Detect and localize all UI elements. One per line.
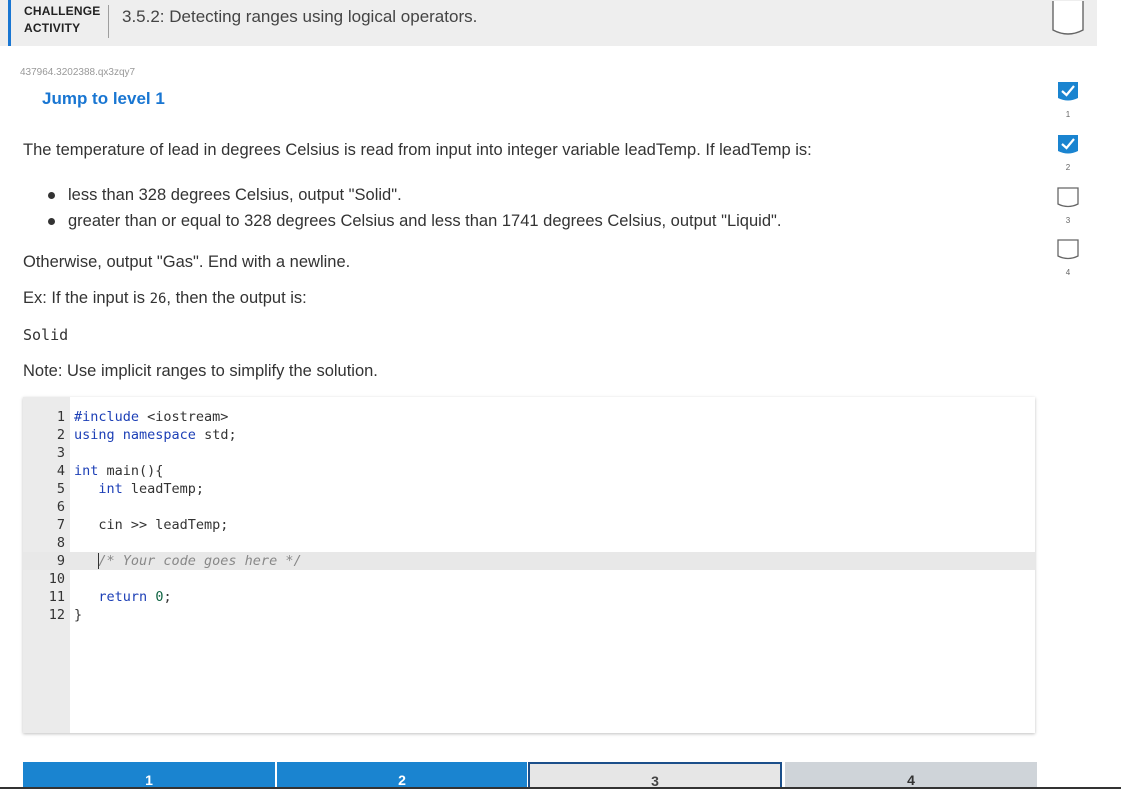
example-suffix: , then the output is: bbox=[166, 289, 307, 307]
line-number: 6 bbox=[56, 499, 65, 515]
condition-item-liquid: greater than or equal to 328 degrees Cel… bbox=[42, 210, 781, 236]
code-text[interactable]: return 0; bbox=[74, 588, 171, 606]
example-text: Ex: If the input is 26, then the output … bbox=[23, 289, 307, 308]
line-number: 8 bbox=[56, 535, 65, 551]
condition-list: less than 328 degrees Celsius, output "S… bbox=[42, 184, 781, 236]
level-tabs: 1 2 3 4 bbox=[23, 762, 1037, 789]
example-prefix: Ex: If the input is bbox=[23, 289, 150, 307]
code-text[interactable]: int leadTemp; bbox=[74, 480, 204, 498]
code-text[interactable]: cin >> leadTemp; bbox=[74, 516, 228, 534]
header-divider bbox=[108, 5, 109, 38]
activity-id: 437964.3202388.qx3zqy7 bbox=[20, 67, 136, 78]
level-tab-3[interactable]: 3 bbox=[528, 762, 782, 789]
level-incomplete-icon[interactable] bbox=[1057, 187, 1079, 209]
code-line[interactable]: 2 using namespace std; bbox=[23, 426, 1035, 444]
code-text[interactable]: using namespace std; bbox=[74, 426, 237, 444]
code-editor[interactable]: 1 #include <iostream> 2 using namespace std… bbox=[23, 397, 1035, 733]
level-complete-icon[interactable] bbox=[1057, 81, 1079, 103]
line-number: 9 bbox=[56, 553, 65, 569]
challenge-label-line2: ACTIVITY bbox=[24, 21, 81, 35]
level-number: 4 bbox=[1065, 268, 1071, 277]
code-text[interactable]: /* Your code goes here */ bbox=[74, 552, 301, 570]
otherwise-text: Otherwise, output "Gas". End with a newl… bbox=[23, 253, 351, 271]
level-number: 3 bbox=[1065, 216, 1071, 225]
condition-item-solid: less than 328 degrees Celsius, output "S… bbox=[42, 184, 781, 210]
level-number: 2 bbox=[1065, 163, 1071, 172]
code-line[interactable]: 1 #include <iostream> bbox=[23, 408, 1035, 426]
level-incomplete-icon[interactable] bbox=[1057, 239, 1079, 261]
code-line[interactable]: 3 bbox=[23, 444, 1035, 462]
code-text[interactable]: } bbox=[74, 606, 82, 624]
line-number: 10 bbox=[48, 571, 65, 587]
level-number: 1 bbox=[1065, 110, 1071, 119]
example-input: 26 bbox=[149, 291, 167, 307]
code-line[interactable]: 4 int main(){ bbox=[23, 462, 1035, 480]
challenge-activity-card: CHALLENGE ACTIVITY 3.5.2: Detecting rang… bbox=[0, 0, 1097, 789]
line-number: 5 bbox=[56, 481, 65, 497]
code-text[interactable]: int main(){ bbox=[74, 462, 163, 480]
challenge-label-line1: CHALLENGE bbox=[24, 4, 101, 18]
line-number: 1 bbox=[56, 409, 65, 425]
code-text[interactable]: #include <iostream> bbox=[74, 408, 228, 426]
code-line[interactable]: 5 int leadTemp; bbox=[23, 480, 1035, 498]
header-accent-bar bbox=[8, 0, 11, 46]
line-number: 3 bbox=[56, 445, 65, 461]
code-line[interactable]: 11 return 0; bbox=[23, 588, 1035, 606]
jump-to-level-link[interactable]: Jump to level 1 bbox=[42, 89, 165, 109]
line-number: 11 bbox=[48, 589, 65, 605]
activity-title: 3.5.2: Detecting ranges using logical op… bbox=[122, 7, 478, 26]
note-text: Note: Use implicit ranges to simplify th… bbox=[23, 362, 378, 380]
text-cursor bbox=[98, 553, 99, 569]
level-tab-1[interactable]: 1 bbox=[23, 762, 275, 789]
code-line[interactable]: 9 /* Your code goes here */ bbox=[23, 552, 1035, 570]
level-tab-4[interactable]: 4 bbox=[785, 762, 1037, 789]
code-line[interactable]: 10 bbox=[23, 570, 1035, 588]
line-number: 12 bbox=[48, 607, 65, 623]
activity-completion-icon bbox=[1052, 1, 1084, 35]
code-line[interactable]: 7 cin >> leadTemp; bbox=[23, 516, 1035, 534]
code-line[interactable]: 12} bbox=[23, 606, 1035, 624]
level-tab-2[interactable]: 2 bbox=[277, 762, 527, 789]
code-line[interactable]: 8 bbox=[23, 534, 1035, 552]
line-number: 2 bbox=[56, 427, 65, 443]
problem-prompt: The temperature of lead in degrees Celsi… bbox=[23, 141, 812, 159]
sample-output: Solid bbox=[23, 326, 69, 344]
line-number: 4 bbox=[56, 463, 65, 479]
code-line[interactable]: 6 bbox=[23, 498, 1035, 516]
challenge-activity-label: CHALLENGE ACTIVITY bbox=[24, 3, 104, 37]
activity-header: CHALLENGE ACTIVITY 3.5.2: Detecting rang… bbox=[0, 0, 1097, 46]
line-number: 7 bbox=[56, 517, 65, 533]
level-complete-icon[interactable] bbox=[1057, 134, 1079, 156]
